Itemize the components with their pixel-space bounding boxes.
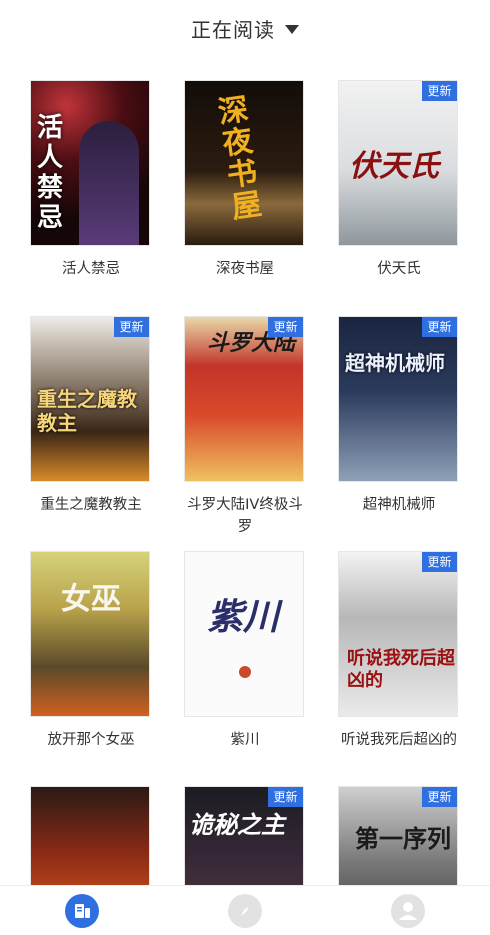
book-cover[interactable]: 超神机械师 更新 — [338, 316, 458, 482]
tab-discover[interactable] — [163, 886, 326, 935]
book-card[interactable]: 斗罗大陆 更新 斗罗大陆IV终极斗罗 — [184, 316, 306, 538]
book-title: 紫川 — [230, 732, 260, 748]
cover-title-text: 重生之魔教教主 — [37, 387, 137, 435]
cover-title-text: 女巫 — [61, 582, 121, 617]
update-badge: 更新 — [114, 317, 149, 337]
cover-title-text: 紫川 — [207, 596, 280, 638]
book-title: 深夜书屋 — [216, 261, 274, 277]
book-card[interactable]: 重生之魔教教主 更新 重生之魔教教主 — [30, 316, 152, 516]
book-cover[interactable]: 伏天氏 更新 — [338, 80, 458, 246]
book-cover[interactable]: 女巫 — [30, 551, 150, 717]
book-title: 伏天氏 — [377, 261, 421, 277]
book-cover[interactable]: 深夜书屋 — [184, 80, 304, 246]
book-card[interactable]: 女巫 放开那个女巫 — [30, 551, 152, 751]
update-badge: 更新 — [268, 317, 303, 337]
bottom-tab-bar — [0, 885, 490, 935]
cover-title-text: 第一序列 — [355, 824, 451, 853]
dropdown-arrow-icon[interactable] — [285, 24, 299, 34]
book-title: 超神机械师 — [362, 497, 436, 513]
book-title: 放开那个女巫 — [47, 732, 135, 748]
user-icon[interactable] — [391, 893, 426, 928]
cover-title-text: 活人禁忌 — [37, 113, 64, 233]
book-cover[interactable]: 听说我死后超凶的 更新 — [338, 551, 458, 717]
update-badge: 更新 — [422, 787, 457, 807]
update-badge: 更新 — [422, 552, 457, 572]
book-title: 重生之魔教教主 — [40, 497, 142, 513]
compass-icon[interactable] — [227, 893, 262, 928]
book-card[interactable]: 伏天氏 更新 伏天氏 — [338, 80, 460, 280]
cover-title-text: 伏天氏 — [349, 149, 439, 184]
update-badge: 更新 — [422, 317, 457, 337]
tab-profile[interactable] — [327, 886, 490, 935]
book-card[interactable]: 深夜书屋 深夜书屋 — [184, 80, 306, 280]
book-card[interactable]: 超神机械师 更新 超神机械师 — [338, 316, 460, 516]
book-cover[interactable]: 紫川 — [184, 551, 304, 717]
update-badge: 更新 — [268, 787, 303, 807]
book-card[interactable]: 紫川 紫川 — [184, 551, 306, 751]
page-header[interactable]: 正在阅读 — [0, 0, 490, 56]
book-card[interactable]: 听说我死后超凶的 更新 听说我死后超凶的 — [338, 551, 460, 751]
page-title[interactable]: 正在阅读 — [191, 14, 275, 43]
bookshelf-icon[interactable] — [64, 893, 99, 928]
book-cover[interactable]: 活人禁忌 — [30, 80, 150, 246]
book-title: 活人禁忌 — [62, 261, 120, 277]
book-cover[interactable]: 斗罗大陆 更新 — [184, 316, 304, 482]
update-badge: 更新 — [422, 81, 457, 101]
book-card[interactable]: 活人禁忌 活人禁忌 — [30, 80, 152, 280]
cover-title-text: 听说我死后超凶的 — [347, 648, 455, 691]
cover-title-text: 超神机械师 — [345, 351, 445, 375]
book-title: 斗罗大陆IV终极斗罗 — [187, 497, 303, 535]
tab-bookshelf[interactable] — [0, 886, 163, 935]
book-title: 听说我死后超凶的 — [341, 732, 457, 748]
cover-title-text: 诡秘之主 — [189, 810, 285, 839]
book-cover[interactable]: 重生之魔教教主 更新 — [30, 316, 150, 482]
